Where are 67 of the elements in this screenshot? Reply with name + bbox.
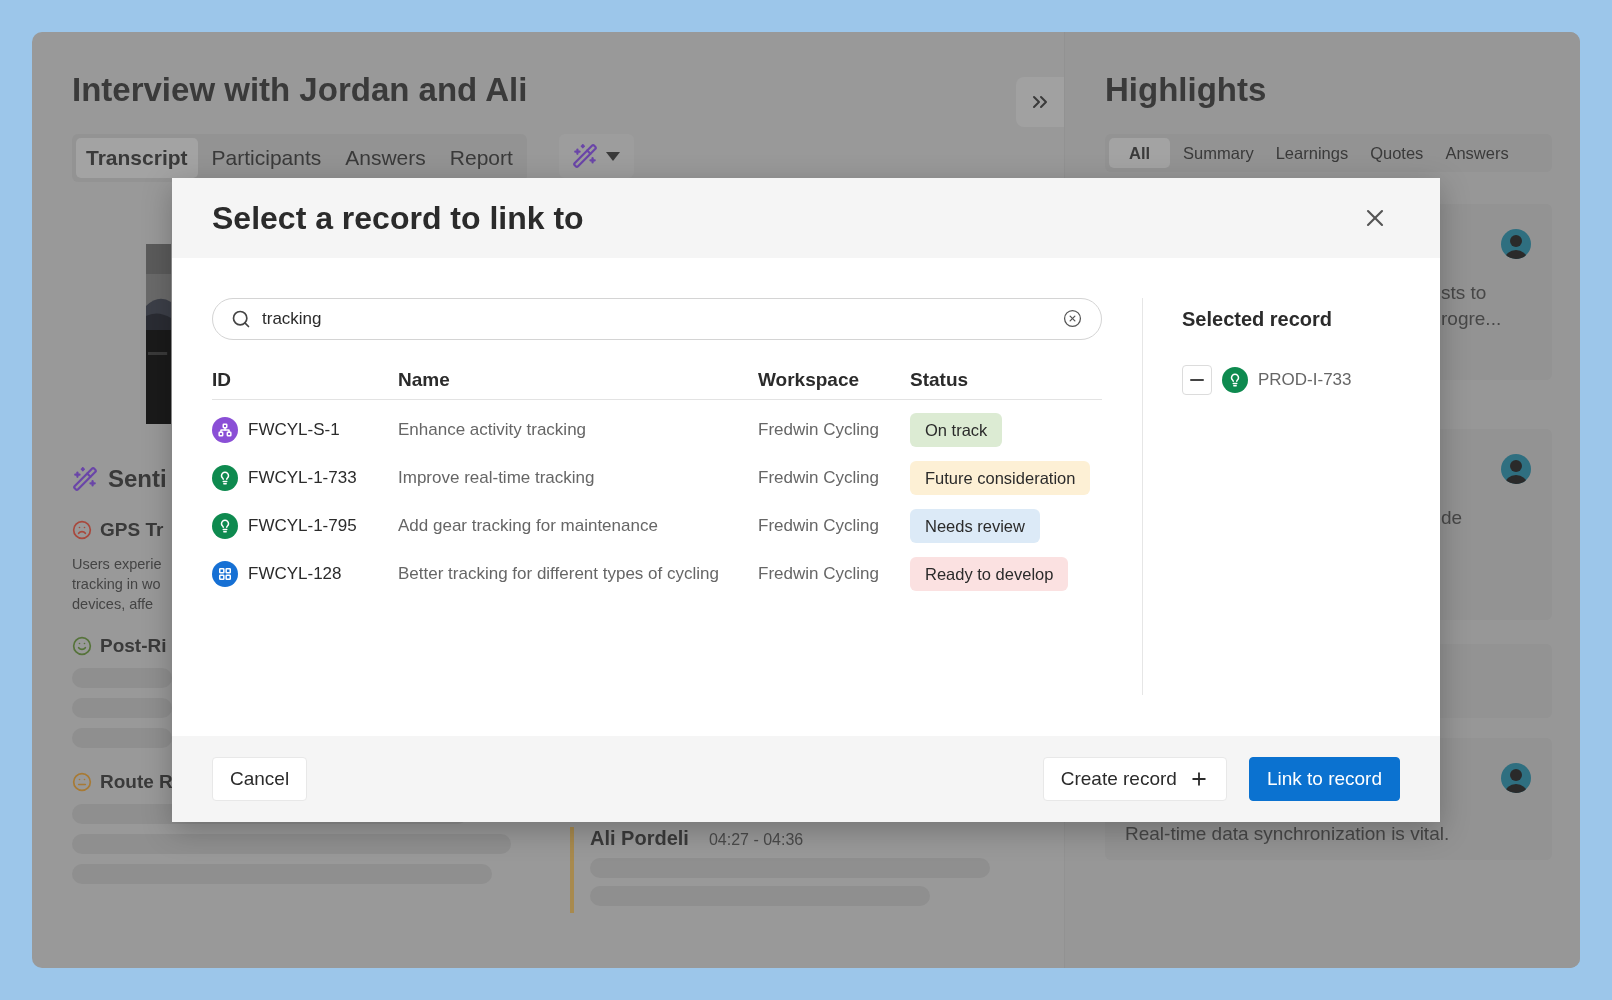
- selected-heading: Selected record: [1182, 307, 1334, 332]
- workspace-name: Fredwin Cycling: [758, 468, 879, 488]
- highlight-text: rogre...: [1441, 307, 1502, 331]
- search-field[interactable]: tracking: [212, 298, 1102, 340]
- filter-tab[interactable]: Summary: [1174, 138, 1263, 168]
- ai-menu-button[interactable]: [558, 134, 634, 178]
- filter-tab[interactable]: Answers: [1436, 138, 1518, 168]
- remove-button[interactable]: [1182, 365, 1212, 395]
- record-name: Add gear tracking for maintenance: [398, 516, 658, 536]
- page-title: Interview with Jordan and Ali: [72, 70, 528, 110]
- panel-title: Highlights: [1105, 70, 1268, 110]
- record-id: FWCYL-128: [248, 564, 342, 584]
- record-id: PROD-I-733: [1258, 370, 1352, 390]
- link-button[interactable]: Link to record: [1248, 757, 1400, 801]
- theme-description: Users experie tracking in wo devices, affe: [72, 555, 163, 614]
- status-tag: Future consideration: [910, 461, 1091, 495]
- collapse-button[interactable]: [1016, 77, 1064, 127]
- frown-icon: [72, 520, 92, 540]
- cancel-button[interactable]: Cancel: [212, 757, 308, 801]
- highlight-text: Real-time data synchronization is vital.: [1125, 822, 1451, 846]
- tab[interactable]: Report: [439, 138, 523, 178]
- column-header: Status: [910, 360, 1102, 400]
- column-header: ID: [212, 360, 398, 400]
- clear-icon: [1063, 309, 1082, 328]
- neutral-face-icon: [72, 772, 92, 792]
- status-tag: Needs review: [910, 509, 1040, 543]
- magic-wand-icon: [72, 466, 98, 492]
- lightbulb-icon: [212, 513, 238, 539]
- workspace-name: Fredwin Cycling: [758, 516, 879, 536]
- filter-tab[interactable]: Learnings: [1266, 138, 1358, 168]
- record-id: FWCYL-1-733: [248, 468, 357, 488]
- theme-title: Post-Ri: [100, 635, 167, 657]
- highlight-text: sts to: [1441, 281, 1488, 305]
- timestamp: 04:27 - 04:36: [708, 831, 804, 849]
- filter-tab[interactable]: All: [1109, 138, 1171, 168]
- lightbulb-icon: [212, 465, 238, 491]
- tab[interactable]: Participants: [201, 138, 332, 178]
- record-name: Improve real-time tracking: [398, 468, 595, 488]
- status-tag: On track: [910, 413, 1003, 447]
- theme-title: Route R: [100, 771, 173, 793]
- lightbulb-icon: [1222, 367, 1248, 393]
- search-icon: [231, 309, 251, 329]
- tab[interactable]: Transcript: [76, 138, 198, 178]
- record-name: Better tracking for different types of cycling: [398, 564, 719, 584]
- smile-icon: [72, 636, 92, 656]
- minus-icon: [1190, 379, 1204, 381]
- filter-tab[interactable]: Quotes: [1361, 138, 1433, 168]
- column-header: Workspace: [758, 360, 910, 400]
- grid-icon: [212, 561, 238, 587]
- clear-button[interactable]: [1063, 309, 1082, 328]
- record-id: FWCYL-1-795: [248, 516, 357, 536]
- record-name: Enhance activity tracking: [398, 420, 587, 440]
- tab[interactable]: Answers: [335, 138, 436, 178]
- hierarchy-icon: [212, 417, 238, 443]
- create-record-button[interactable]: Create record: [1042, 757, 1227, 801]
- workspace-name: Fredwin Cycling: [758, 420, 879, 440]
- theme-title: GPS Tr: [100, 519, 164, 541]
- column-header: Name: [398, 360, 758, 400]
- status-tag: Ready to develop: [910, 557, 1069, 591]
- dialog-title: Select a record to link to: [212, 199, 584, 237]
- workspace-name: Fredwin Cycling: [758, 564, 879, 584]
- record-id: FWCYL-S-1: [248, 420, 340, 440]
- section-title: Senti: [108, 465, 167, 493]
- caret-icon: [606, 151, 621, 161]
- magic-wand-icon: [572, 143, 599, 169]
- speaker-name: Ali Pordeli: [590, 827, 689, 850]
- highlight-text: de: [1441, 506, 1464, 530]
